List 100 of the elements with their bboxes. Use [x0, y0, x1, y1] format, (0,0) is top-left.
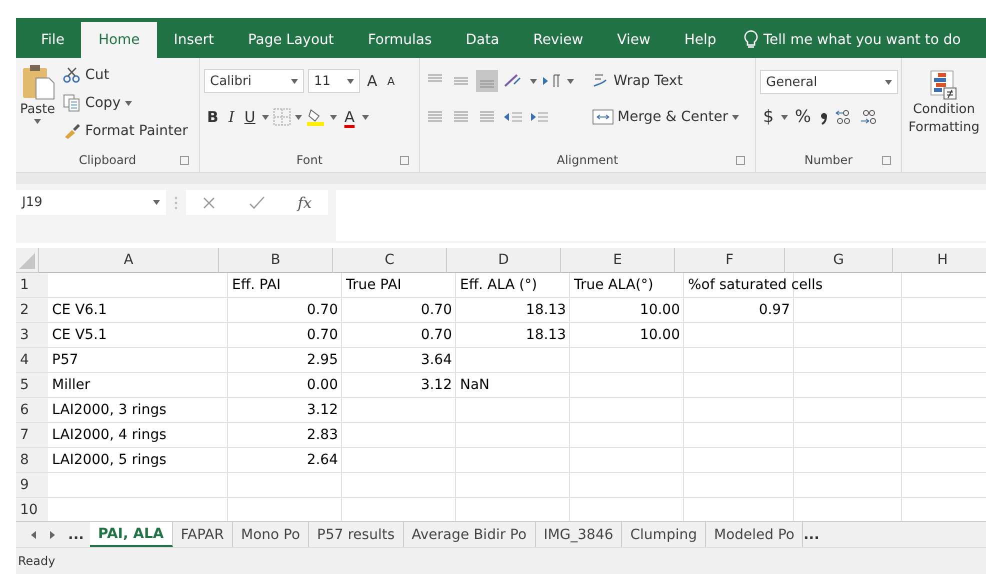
column-header[interactable]: F — [675, 248, 785, 273]
table-cell: 0.97 — [758, 302, 790, 318]
table-cell: Miller — [52, 377, 90, 393]
sheet-tab[interactable]: PAI, ALA — [90, 522, 173, 547]
table-cell: 3.64 — [420, 352, 452, 368]
row-header[interactable]: 9 — [16, 473, 48, 497]
table-cell: Eff. PAI — [232, 277, 281, 293]
dialog-launcher-icon[interactable] — [400, 156, 409, 164]
dialog-launcher-icon[interactable] — [736, 156, 745, 164]
cancel-icon[interactable] — [202, 196, 216, 210]
table-cell: LAI2000, 4 rings — [52, 427, 166, 443]
ribbon-tab[interactable]: Formulas — [350, 22, 449, 58]
checkmark-icon[interactable] — [248, 196, 265, 210]
caret-down-icon[interactable] — [362, 114, 369, 120]
caret-down-icon[interactable] — [732, 114, 740, 120]
caret-down-icon[interactable] — [262, 114, 270, 120]
caret-down-icon[interactable] — [295, 114, 302, 120]
insert-function-button[interactable]: fx — [298, 194, 312, 212]
clipboard-icon — [20, 64, 55, 100]
increase-font-button[interactable]: A — [364, 72, 380, 90]
group-label: Alignment — [556, 153, 618, 167]
dialog-launcher-icon[interactable] — [180, 156, 189, 164]
status-text: Ready — [18, 554, 56, 568]
paragraph-direction-icon[interactable] — [541, 73, 563, 89]
caret-down-icon[interactable] — [885, 80, 892, 84]
cut-button[interactable]: Cut — [63, 62, 188, 88]
font-size-dropdown[interactable]: 11 — [308, 69, 360, 93]
caret-down-icon[interactable] — [330, 114, 338, 120]
merge-center-button[interactable]: Merge & Center — [592, 104, 751, 130]
scissors-icon — [63, 67, 82, 83]
italic-button[interactable]: I — [225, 108, 238, 126]
tell-me-search[interactable]: Tell me what you want to do — [733, 22, 961, 58]
lightbulb-icon — [743, 30, 760, 50]
caret-down-icon[interactable] — [567, 78, 574, 84]
fill-color-icon[interactable] — [306, 107, 326, 127]
wrap-text-button[interactable]: Wrap Text — [592, 68, 751, 94]
caret-down-icon[interactable] — [780, 114, 788, 120]
caret-down-icon[interactable] — [530, 78, 537, 84]
row-header[interactable]: 10 — [16, 498, 48, 521]
ribbon-tab[interactable]: View — [600, 22, 668, 58]
table-cell: CE V6.1 — [52, 302, 107, 318]
dialog-launcher-icon[interactable] — [882, 156, 891, 164]
conditional-formatting-button[interactable]: Condition Formatting — [906, 62, 982, 136]
ribbon-tab[interactable]: Page Layout — [230, 22, 351, 58]
column-header[interactable]: H — [893, 248, 986, 273]
copy-button[interactable]: Copy — [63, 90, 188, 116]
row-header[interactable]: 6 — [16, 398, 48, 422]
column-header[interactable]: C — [333, 248, 447, 273]
triangle-icon — [19, 253, 35, 269]
caret-down-icon[interactable] — [34, 119, 42, 124]
ribbon-tab[interactable]: Data — [448, 22, 516, 58]
column-header[interactable]: D — [447, 248, 561, 273]
ribbon-tab[interactable]: Home — [81, 22, 157, 58]
ribbon-tab[interactable]: File — [24, 22, 82, 58]
caret-down-icon[interactable] — [124, 100, 132, 106]
underline-button[interactable]: U — [241, 108, 258, 126]
column-header[interactable]: E — [561, 248, 675, 273]
column-header[interactable]: A — [39, 248, 219, 273]
table-cell: 0.70 — [420, 302, 452, 318]
font-name-dropdown[interactable]: Calibri — [204, 69, 304, 93]
name-box[interactable]: J19 — [16, 190, 166, 215]
caret-down-icon[interactable] — [347, 78, 354, 84]
group-label: Number — [804, 153, 853, 167]
row-header[interactable]: 7 — [16, 423, 48, 447]
row-header[interactable]: 4 — [16, 348, 48, 372]
row-header[interactable]: 1 — [16, 273, 48, 297]
font-color-button[interactable]: A — [341, 108, 358, 126]
more-sheets-button[interactable]: ... — [68, 526, 90, 542]
currency-button[interactable]: $ — [760, 107, 777, 127]
ribbon-tab[interactable]: Insert — [156, 22, 231, 58]
table-cell: True PAI — [346, 277, 402, 293]
table-cell: NaN — [460, 377, 490, 393]
more-sheets-button[interactable]: ... — [803, 526, 826, 542]
brush-icon — [63, 123, 82, 139]
grip-icon — [174, 195, 178, 211]
table-cell: 2.64 — [306, 452, 338, 468]
paste-button[interactable]: Paste — [20, 62, 56, 148]
table-cell: Eff. ALA (°) — [460, 277, 538, 293]
format-painter-button[interactable]: Format Painter — [63, 118, 188, 144]
decrease-font-button[interactable]: A — [384, 74, 398, 88]
percent-button[interactable]: % — [792, 107, 814, 127]
table-cell: 0.00 — [306, 377, 338, 393]
number-format-dropdown[interactable]: General — [760, 70, 898, 94]
conditional-formatting-icon — [930, 70, 958, 100]
caret-down-icon[interactable] — [153, 200, 160, 205]
row-header[interactable]: 2 — [16, 298, 48, 322]
row-header[interactable]: 3 — [16, 323, 48, 347]
table-cell: 2.95 — [306, 352, 338, 368]
ribbon-tab[interactable]: Help — [667, 22, 734, 58]
table-cell: 18.13 — [526, 327, 566, 343]
table-cell: 0.70 — [420, 327, 452, 343]
caret-down-icon[interactable] — [291, 78, 298, 84]
ribbon-tab[interactable]: Review — [516, 22, 600, 58]
column-header[interactable]: G — [785, 248, 893, 273]
table-cell: 2.83 — [306, 427, 338, 443]
table-cell: 0.70 — [306, 302, 338, 318]
row-header[interactable]: 5 — [16, 373, 48, 397]
column-header[interactable]: B — [219, 248, 333, 273]
row-header[interactable]: 8 — [16, 448, 48, 472]
bold-button[interactable]: B — [204, 108, 222, 126]
